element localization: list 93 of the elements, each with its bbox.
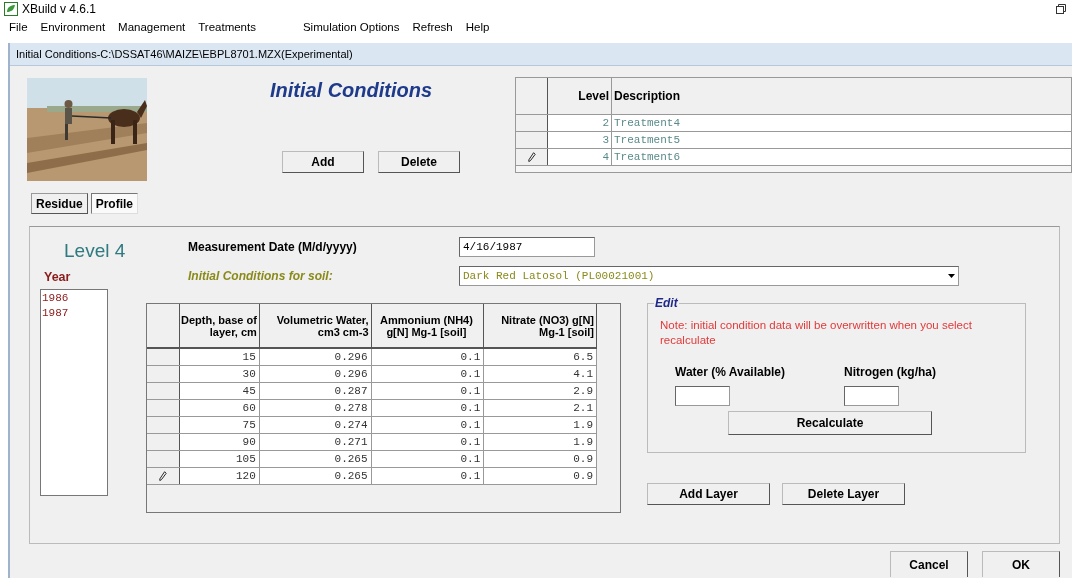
column-header: Ammonium (NH4) g[N] Mg-1 [soil] [371,304,485,347]
menu-item[interactable]: Simulation Options [302,21,400,33]
row-header[interactable] [147,349,180,365]
column-header: Description [612,78,1071,114]
field-label: Initial Conditions for soil: [187,269,334,283]
row-header[interactable] [147,400,180,416]
table-cell: 0.9 [484,468,597,484]
row-header[interactable] [516,149,548,165]
page-heading: Initial Conditions [269,79,433,102]
date-field[interactable]: 4/16/1987 [459,237,595,257]
button[interactable]: Add Layer [647,483,770,505]
nitrogen-field[interactable] [844,386,899,406]
table-cell: 0.278 [259,400,372,416]
button[interactable]: Add [282,151,364,173]
table-cell: 0.274 [259,417,372,433]
app-title: XBuild v 4.6.1 [22,1,97,16]
table-cell: 0.287 [259,383,372,399]
row-header[interactable] [516,115,548,131]
table-cell: 90 [180,434,260,450]
table-cell-text: Treatment4 [613,116,681,131]
table-cell: 120 [180,468,260,484]
row-header[interactable] [516,132,548,148]
year-list[interactable]: 1986 1987 [40,289,108,496]
table-cell: 0.9 [484,451,597,467]
table-cell: 0.296 [259,349,372,365]
dropdown-arrow-icon [948,274,955,278]
table-cell: 0.1 [371,349,485,365]
tab[interactable]: Residue [31,193,88,214]
menu-item[interactable]: Management [118,21,186,33]
pencil-icon [159,470,167,482]
menu-item[interactable]: Help [465,21,490,33]
button[interactable]: Delete [378,151,460,173]
menu-item[interactable]: Environment [40,21,106,33]
table-cell: 2 [548,115,612,131]
list-item[interactable]: 1987 [41,306,107,321]
table-cell: 75 [180,417,260,433]
table-cell: 2.9 [484,383,597,399]
level-title: Level 4 [64,240,127,262]
table-cell: 4 [548,149,612,165]
note-text: Note: initial condition data will be overwritten when you select recalculate [660,318,973,348]
menu-item[interactable]: Treatments [198,21,256,33]
row-header[interactable] [147,383,180,399]
table-cell: 6.5 [484,349,597,365]
table-cell: 0.1 [371,468,485,484]
table-cell: 3 [548,132,612,148]
soil-dropdown[interactable]: Dark Red Latosol (PL00021001) [459,266,959,286]
table-cell: 0.265 [259,451,372,467]
table-cell: 30 [180,366,260,382]
button[interactable]: OK [982,551,1060,577]
table-cell: 0.1 [371,434,485,450]
group-title: Edit [654,296,679,310]
table-cell: 1.9 [484,417,597,433]
year-label: Year [44,270,72,284]
row-header[interactable] [147,434,180,450]
table-cell: 4.1 [484,366,597,382]
menu-item[interactable]: Refresh [412,21,453,33]
field-label: Water (% Available) [675,365,787,379]
column-header: Volumetric Water, cm3 cm-3 [259,304,372,347]
field-label: Nitrogen (kg/ha) [844,365,937,379]
table-cell: 45 [180,383,260,399]
window-title: Initial Conditions-C:\DSSAT46\MAIZE\EBPL8701.MZX(Experimental) [10,43,1072,66]
table-cell: 0.1 [371,451,485,467]
table-cell-text: Treatment5 [613,133,681,148]
row-header[interactable] [147,451,180,467]
recalculate-button[interactable]: Recalculate [728,411,932,435]
table-cell: 0.1 [371,383,485,399]
column-header: Nitrate (NO3) g[N] Mg-1 [soil] [484,304,597,347]
table-cell-text: Treatment6 [613,150,681,165]
table-cell: 0.296 [259,366,372,382]
column-header: Depth, base of layer, cm [180,304,260,347]
row-header[interactable] [147,366,180,382]
water-field[interactable] [675,386,730,406]
button[interactable]: Cancel [890,551,968,577]
table-cell: 0.1 [371,400,485,416]
menu-item[interactable]: File [9,21,28,33]
restore-icon[interactable] [1056,3,1066,14]
table-cell: 60 [180,400,260,416]
table-cell: 0.1 [371,417,485,433]
row-header[interactable] [147,417,180,433]
table-cell: 15 [180,349,260,365]
list-item[interactable]: 1986 [41,291,107,306]
table-cell: 1.9 [484,434,597,450]
column-header: Level [548,78,612,114]
table-cell: 0.271 [259,434,372,450]
table-cell: 2.1 [484,400,597,416]
table-cell: 105 [180,451,260,467]
button[interactable]: Delete Layer [782,483,905,505]
row-header[interactable] [147,468,180,484]
pencil-icon [527,151,536,163]
tab[interactable]: Profile [90,193,139,214]
table-cell: 0.1 [371,366,485,382]
table-cell: 0.265 [259,468,372,484]
field-label: Measurement Date (M/d/yyyy) [187,240,358,254]
